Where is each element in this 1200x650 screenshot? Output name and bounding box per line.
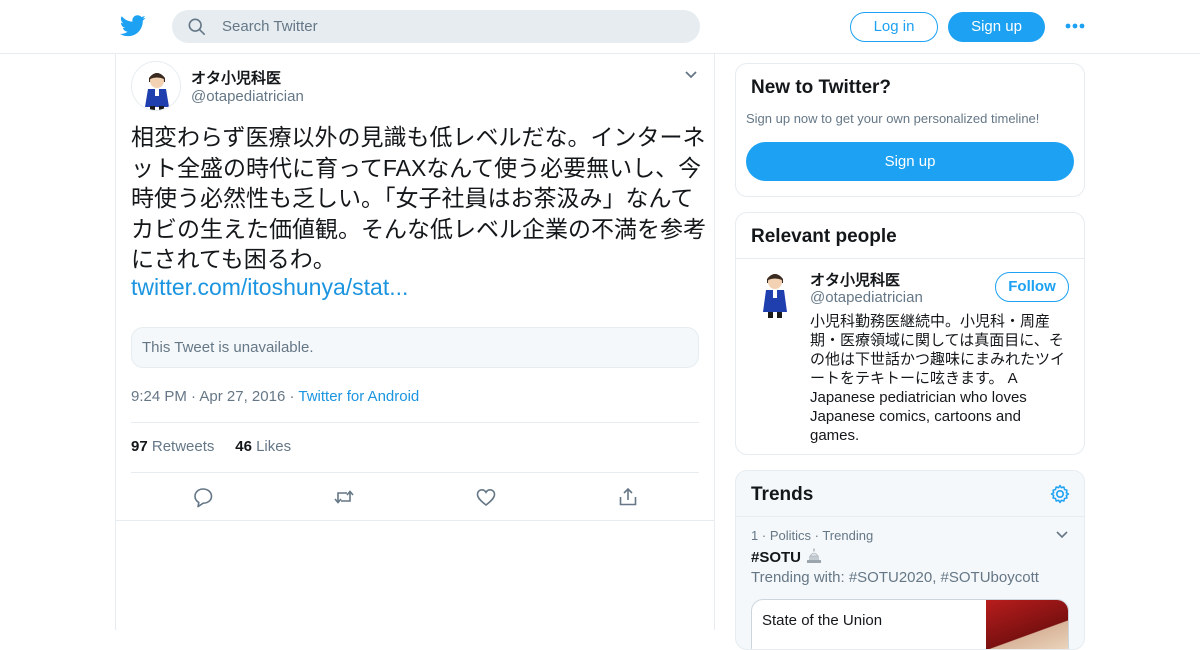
share-icon[interactable] bbox=[617, 486, 639, 508]
relevant-people-module: Relevant people オタ小児科医 @otapediatrician … bbox=[735, 212, 1085, 455]
divider bbox=[131, 422, 699, 423]
likes-label: Likes bbox=[256, 438, 292, 455]
author-handle[interactable]: @otapediatrician bbox=[191, 88, 304, 105]
relevant-people-title: Relevant people bbox=[751, 226, 897, 247]
trend-status: Trending bbox=[822, 528, 874, 543]
sidebar-signup-button[interactable]: Sign up bbox=[746, 142, 1074, 181]
gear-icon[interactable] bbox=[1049, 483, 1071, 505]
retweets-label: Retweets bbox=[151, 438, 215, 455]
tweet-date[interactable]: Apr 27, 2016 bbox=[199, 388, 285, 405]
retweet-icon[interactable] bbox=[333, 486, 355, 508]
trend-rank: 1 bbox=[751, 528, 759, 543]
more-dots-icon[interactable] bbox=[1064, 18, 1086, 34]
search-icon bbox=[188, 18, 206, 36]
like-heart-icon[interactable] bbox=[475, 486, 497, 508]
login-button[interactable]: Log in bbox=[850, 12, 938, 42]
divider bbox=[116, 520, 714, 521]
avatar[interactable] bbox=[751, 267, 799, 319]
relevant-person-name[interactable]: オタ小児科医 bbox=[810, 269, 900, 290]
capitol-building-icon bbox=[807, 548, 822, 563]
chevron-down-icon[interactable] bbox=[684, 70, 698, 80]
trend-news-card[interactable]: State of the Union bbox=[751, 599, 1069, 649]
trends-title: Trends bbox=[751, 484, 814, 505]
search-input[interactable]: Search Twitter bbox=[172, 10, 700, 43]
reply-icon[interactable] bbox=[192, 486, 214, 508]
tweet-text: 相変わらず医療以外の見識も低レベルだな。インターネット全盛の時代に育ってFAXな… bbox=[131, 124, 706, 272]
tweet-link[interactable]: twitter.com/itoshunya/stat... bbox=[131, 274, 408, 301]
new-to-twitter-title: New to Twitter? bbox=[751, 77, 892, 98]
relevant-person-bio: 小児科勤務医継続中。小児科・周産期・医療領域に関しては真面目に、その他は下世話か… bbox=[810, 313, 1066, 444]
search-placeholder: Search Twitter bbox=[222, 18, 318, 35]
trend-hashtag-text: #SOTU bbox=[751, 549, 802, 566]
avatar[interactable] bbox=[131, 61, 181, 111]
trends-module: Trends 1 · Politics · Trending #SOTU Tre… bbox=[735, 470, 1085, 650]
divider bbox=[736, 258, 1084, 259]
top-nav-bar: Search Twitter Log in Sign up bbox=[0, 0, 1200, 54]
tweet-source-link[interactable]: Twitter for Android bbox=[298, 388, 419, 405]
tweet-metadata: 9:24 PM · Apr 27, 2016 · Twitter for And… bbox=[131, 388, 419, 405]
signup-button[interactable]: Sign up bbox=[948, 12, 1045, 42]
trend-card-image bbox=[986, 600, 1068, 649]
follow-button[interactable]: Follow bbox=[995, 272, 1069, 302]
trending-with[interactable]: Trending with: #SOTU2020, #SOTUboycott bbox=[751, 569, 1039, 586]
twitter-bird-icon[interactable] bbox=[120, 14, 146, 38]
tweet-stats: 97 Retweets 46 Likes bbox=[131, 438, 291, 455]
author-name[interactable]: オタ小児科医 bbox=[191, 67, 281, 88]
likes-count: 46 bbox=[235, 438, 252, 455]
quoted-tweet-unavailable: This Tweet is unavailable. bbox=[131, 327, 699, 368]
retweets-count: 97 bbox=[131, 438, 148, 455]
trend-category: Politics bbox=[769, 528, 811, 543]
new-to-twitter-subtitle: Sign up now to get your own personalized… bbox=[746, 111, 1040, 126]
likes-stat[interactable]: 46 Likes bbox=[235, 438, 291, 455]
tweet-detail: オタ小児科医 @otapediatrician 相変わらず医療以外の見識も低レベ… bbox=[115, 54, 715, 630]
new-to-twitter-module: New to Twitter? Sign up now to get your … bbox=[735, 63, 1085, 197]
divider bbox=[131, 472, 699, 473]
relevant-person-handle[interactable]: @otapediatrician bbox=[810, 289, 923, 306]
meta-separator: · bbox=[761, 528, 770, 543]
trend-card-title: State of the Union bbox=[762, 612, 883, 629]
avatar-illustration-icon bbox=[132, 62, 180, 110]
trend-hashtag[interactable]: #SOTU bbox=[751, 548, 823, 566]
chevron-down-icon[interactable] bbox=[1056, 531, 1068, 539]
divider bbox=[736, 516, 1084, 517]
trend-meta: 1 · Politics · Trending bbox=[751, 528, 873, 543]
tweet-time[interactable]: 9:24 PM bbox=[131, 388, 187, 405]
retweets-stat[interactable]: 97 Retweets bbox=[131, 438, 214, 455]
